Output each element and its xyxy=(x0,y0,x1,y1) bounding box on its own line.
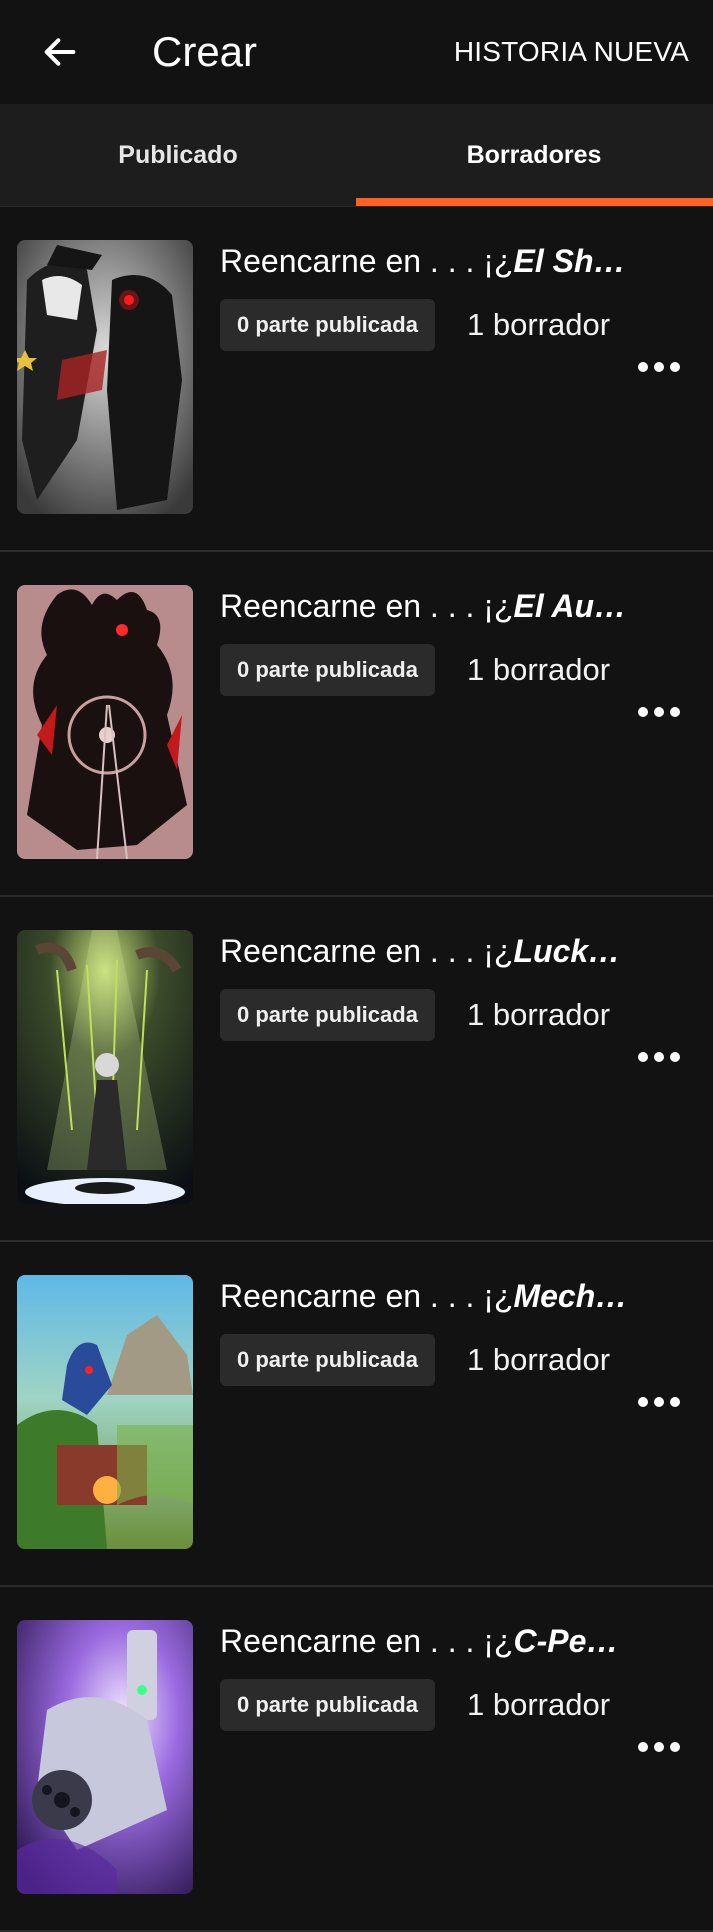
story-title-prefix: Reencarne en . . . ¡¿ xyxy=(220,933,514,969)
story-title-prefix: Reencarne en . . . ¡¿ xyxy=(220,243,514,279)
more-options-button[interactable] xyxy=(629,1037,689,1077)
published-parts-badge: 0 parte publicada xyxy=(220,1679,435,1731)
story-title: Reencarne en . . . ¡¿El Sh… xyxy=(220,237,630,285)
story-row[interactable]: Reencarne en . . . ¡¿El Au… 0 parte publ… xyxy=(0,552,713,897)
story-cover-image xyxy=(17,1275,193,1549)
tab-bar: Publicado Borradores xyxy=(0,104,713,207)
drafts-count: 1 borrador xyxy=(467,1687,611,1722)
more-dots-icon xyxy=(638,707,680,717)
more-dots-icon xyxy=(638,1052,680,1062)
story-title-italic: El Sh… xyxy=(513,243,626,279)
story-row[interactable]: Reencarne en . . . ¡¿C-Pe… 0 parte publi… xyxy=(0,1587,713,1932)
tab-published[interactable]: Publicado xyxy=(0,104,356,206)
published-parts-badge: 0 parte publicada xyxy=(220,989,435,1041)
story-cover-image xyxy=(17,1620,193,1894)
more-options-button[interactable] xyxy=(629,347,689,387)
back-button[interactable] xyxy=(30,22,90,82)
more-options-button[interactable] xyxy=(629,1382,689,1422)
drafts-count: 1 borrador xyxy=(467,307,611,342)
top-app-bar: Crear HISTORIA NUEVA xyxy=(0,0,713,104)
story-row[interactable]: Reencarne en . . . ¡¿Mech… 0 parte publi… xyxy=(0,1242,713,1587)
published-parts-badge: 0 parte publicada xyxy=(220,644,435,696)
story-row[interactable]: Reencarne en . . . ¡¿Luck… 0 parte publi… xyxy=(0,897,713,1242)
active-tab-indicator xyxy=(356,198,713,206)
drafts-count: 1 borrador xyxy=(467,997,611,1032)
more-options-button[interactable] xyxy=(629,692,689,732)
published-parts-badge: 0 parte publicada xyxy=(220,299,435,351)
story-cover-image xyxy=(17,585,193,859)
story-title: Reencarne en . . . ¡¿C-Pe… xyxy=(220,1617,630,1665)
story-cover-image xyxy=(17,930,193,1204)
story-title-italic: C-Pe… xyxy=(513,1623,619,1659)
more-dots-icon xyxy=(638,362,680,372)
page-title: Crear xyxy=(152,28,258,75)
story-title: Reencarne en . . . ¡¿Mech… xyxy=(220,1272,630,1320)
story-row[interactable]: Reencarne en . . . ¡¿El Sh… 0 parte publ… xyxy=(0,207,713,552)
story-title: Reencarne en . . . ¡¿El Au… xyxy=(220,582,630,630)
story-title-prefix: Reencarne en . . . ¡¿ xyxy=(220,1623,514,1659)
story-title-italic: Luck… xyxy=(513,933,621,969)
tab-drafts[interactable]: Borradores xyxy=(356,104,712,206)
story-title-prefix: Reencarne en . . . ¡¿ xyxy=(220,1278,514,1314)
story-title-prefix: Reencarne en . . . ¡¿ xyxy=(220,588,514,624)
story-list: Reencarne en . . . ¡¿El Sh… 0 parte publ… xyxy=(0,207,713,1932)
new-story-button[interactable]: HISTORIA NUEVA xyxy=(454,22,689,82)
more-options-button[interactable] xyxy=(629,1727,689,1767)
published-parts-badge: 0 parte publicada xyxy=(220,1334,435,1386)
drafts-count: 1 borrador xyxy=(467,652,611,687)
story-title-italic: El Au… xyxy=(513,588,627,624)
more-dots-icon xyxy=(638,1742,680,1752)
more-dots-icon xyxy=(638,1397,680,1407)
drafts-count: 1 borrador xyxy=(467,1342,611,1377)
story-title-italic: Mech… xyxy=(513,1278,628,1314)
story-title: Reencarne en . . . ¡¿Luck… xyxy=(220,927,630,975)
story-cover-image xyxy=(17,240,193,514)
arrow-left-icon xyxy=(44,38,76,66)
